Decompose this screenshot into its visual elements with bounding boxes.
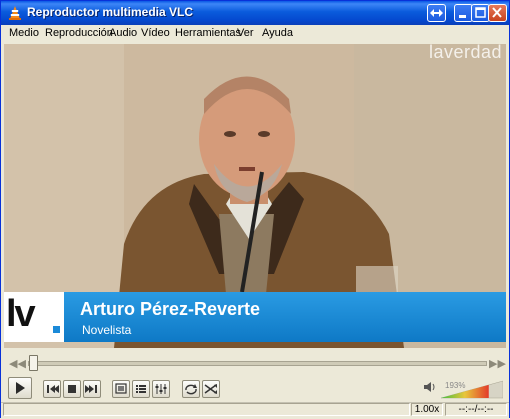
- seek-area: [1, 349, 509, 369]
- channel-watermark: laverdad: [428, 44, 502, 62]
- menu-reproduccion[interactable]: Reproducción: [45, 27, 113, 39]
- next-icon: [85, 385, 97, 393]
- window-title: Reproductor multimedia VLC: [27, 5, 194, 19]
- resize-toggle-button[interactable]: [427, 4, 446, 22]
- channel-logo-text: lv: [6, 293, 36, 335]
- shuffle-button[interactable]: [202, 380, 220, 398]
- next-button[interactable]: [83, 380, 101, 398]
- speed-indicator[interactable]: 1.00x: [411, 403, 443, 416]
- play-button[interactable]: [8, 377, 32, 399]
- close-button[interactable]: [488, 4, 507, 22]
- menu-medio[interactable]: Medio: [9, 27, 39, 39]
- shuffle-icon: [204, 384, 217, 394]
- title-bar[interactable]: Reproductor multimedia VLC: [1, 1, 509, 25]
- forward-arrow-icon[interactable]: ▶▶: [489, 357, 506, 370]
- fullscreen-icon: [115, 383, 127, 394]
- stop-icon: [68, 385, 76, 393]
- vlc-window: Reproductor multimedia VLC Medio Reprodu…: [0, 0, 510, 419]
- maximize-icon: [475, 7, 486, 18]
- time-indicator[interactable]: --:--/--:--: [445, 403, 507, 416]
- menu-herramientas[interactable]: Herramientas: [175, 27, 241, 39]
- previous-icon: [47, 385, 59, 393]
- previous-button[interactable]: [43, 380, 61, 398]
- seek-slider[interactable]: [28, 361, 487, 366]
- extended-settings-button[interactable]: [152, 380, 170, 398]
- speaker-icon[interactable]: [423, 380, 437, 394]
- channel-logo: lv: [4, 292, 64, 342]
- status-message-cell: [3, 403, 410, 416]
- resize-arrows-icon: [430, 9, 443, 17]
- speaker-name: Arturo Pérez-Reverte: [80, 299, 261, 319]
- volume-slider[interactable]: [441, 379, 503, 399]
- seek-handle[interactable]: [28, 355, 38, 371]
- menu-bar: Medio Reproducción Audio Vídeo Herramien…: [1, 25, 509, 44]
- stop-button[interactable]: [63, 380, 81, 398]
- loop-button[interactable]: [182, 380, 200, 398]
- extended-settings-icon: [155, 384, 167, 394]
- minimize-icon: [459, 15, 466, 18]
- play-icon: [16, 382, 25, 394]
- rewind-arrow-icon[interactable]: ◀◀: [9, 357, 26, 370]
- menu-ver[interactable]: Ver: [237, 27, 254, 39]
- loop-icon: [185, 384, 197, 395]
- logo-dot: [53, 326, 60, 333]
- menu-audio[interactable]: Audio: [109, 27, 137, 39]
- close-icon: [492, 7, 502, 18]
- speaker-role: Novelista: [82, 323, 132, 337]
- fullscreen-button[interactable]: [112, 380, 130, 398]
- vlc-cone-icon: [9, 6, 21, 20]
- playlist-icon: [136, 385, 146, 393]
- playlist-button[interactable]: [132, 380, 150, 398]
- menu-video[interactable]: Vídeo: [141, 27, 170, 39]
- video-display[interactable]: laverdad lv Arturo Pérez-Reverte Novelis…: [4, 44, 506, 348]
- menu-ayuda[interactable]: Ayuda: [262, 27, 293, 39]
